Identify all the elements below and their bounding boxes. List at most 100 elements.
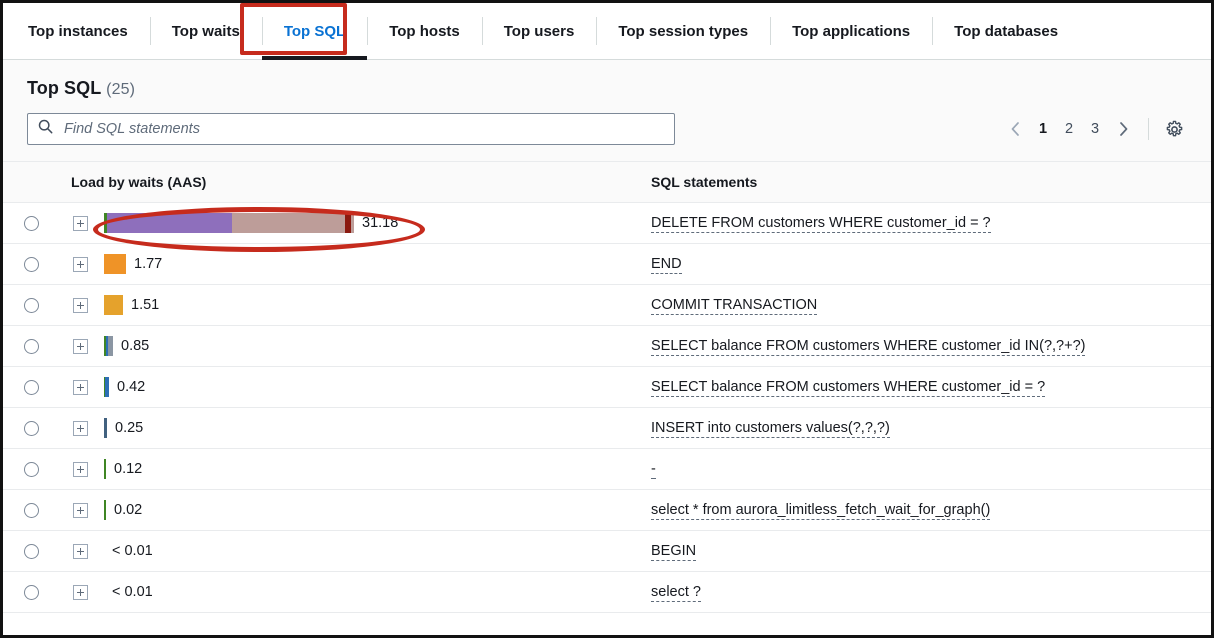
sql-statement-link[interactable]: SELECT balance FROM customers WHERE cust… — [651, 379, 1045, 397]
load-by-waits-cell: 0.42 — [59, 377, 631, 397]
row-select-cell — [3, 339, 59, 354]
table-footer — [3, 613, 1211, 638]
row-radio-button[interactable] — [24, 462, 39, 477]
expand-row-icon[interactable] — [73, 544, 88, 559]
expand-row-icon[interactable] — [73, 380, 88, 395]
table-row[interactable]: 0.12 - — [3, 449, 1211, 490]
table-row[interactable]: 31.18DELETE FROM customers WHERE custome… — [3, 203, 1211, 244]
load-value: 0.12 — [114, 461, 142, 477]
load-bar-segment — [351, 213, 354, 233]
tab-top-hosts[interactable]: Top hosts — [367, 3, 482, 59]
table-row[interactable]: 0.42 SELECT balance FROM customers WHERE … — [3, 367, 1211, 408]
load-bar — [104, 418, 107, 438]
search-icon — [38, 119, 53, 139]
row-select-cell — [3, 380, 59, 395]
row-select-cell — [3, 503, 59, 518]
row-radio-button[interactable] — [24, 380, 39, 395]
load-bar — [104, 500, 106, 520]
row-radio-button[interactable] — [24, 544, 39, 559]
load-value: < 0.01 — [112, 584, 153, 600]
sql-statement-cell: DELETE FROM customers WHERE customer_id … — [631, 214, 1211, 233]
row-select-cell — [3, 421, 59, 436]
pagination-page-1[interactable]: 1 — [1030, 114, 1056, 144]
sql-statement-link[interactable]: INSERT into customers values(?,?,?) — [651, 420, 890, 438]
load-bar-segment — [104, 418, 107, 438]
page-title-text: Top SQL — [27, 78, 101, 98]
load-by-waits-cell: 0.85 — [59, 336, 631, 356]
load-bar-segment — [104, 459, 106, 479]
load-by-waits-cell: < 0.01 — [59, 582, 631, 602]
sql-statement-cell: INSERT into customers values(?,?,?) — [631, 419, 1211, 438]
page-title: Top SQL (25) — [27, 78, 1187, 99]
sql-statement-link[interactable]: SELECT balance FROM customers WHERE cust… — [651, 338, 1085, 356]
table-row[interactable]: < 0.01 BEGIN — [3, 531, 1211, 572]
table-body: 31.18DELETE FROM customers WHERE custome… — [3, 203, 1211, 613]
load-value: 1.51 — [131, 297, 159, 313]
sql-statement-link[interactable]: - — [651, 461, 656, 479]
sql-statement-link[interactable]: COMMIT TRANSACTION — [651, 297, 817, 315]
table-row[interactable]: 1.51 COMMIT TRANSACTION — [3, 285, 1211, 326]
sql-statement-link[interactable]: BEGIN — [651, 543, 696, 561]
pagination-next-button[interactable] — [1108, 114, 1138, 144]
sql-statement-cell: SELECT balance FROM customers WHERE cust… — [631, 378, 1211, 397]
row-radio-button[interactable] — [24, 503, 39, 518]
load-bar — [104, 213, 354, 233]
pagination-previous-button[interactable] — [1000, 114, 1030, 144]
load-bar-segment — [107, 213, 232, 233]
load-bar — [104, 377, 109, 397]
row-radio-button[interactable] — [24, 339, 39, 354]
load-bar — [104, 336, 113, 356]
load-bar — [104, 295, 123, 315]
table-row[interactable]: < 0.01 select ? — [3, 572, 1211, 613]
row-radio-button[interactable] — [24, 257, 39, 272]
tab-top-databases[interactable]: Top databases — [932, 3, 1080, 59]
sql-statement-link[interactable]: END — [651, 256, 682, 274]
table-row[interactable]: 0.02 select * from aurora_limitless_fetch… — [3, 490, 1211, 531]
tab-top-session-types[interactable]: Top session types — [596, 3, 770, 59]
sql-statement-link[interactable]: select * from aurora_limitless_fetch_wai… — [651, 502, 990, 520]
tab-top-sql[interactable]: Top SQL — [262, 3, 367, 59]
tab-top-applications[interactable]: Top applications — [770, 3, 932, 59]
tab-top-instances[interactable]: Top instances — [6, 3, 150, 59]
load-by-waits-cell: 1.77 — [59, 254, 631, 274]
row-radio-button[interactable] — [24, 585, 39, 600]
tab-top-waits[interactable]: Top waits — [150, 3, 262, 59]
expand-row-icon[interactable] — [73, 257, 88, 272]
row-radio-button[interactable] — [24, 298, 39, 313]
load-value: 0.02 — [114, 502, 142, 518]
row-select-cell — [3, 585, 59, 600]
pagination-page-2[interactable]: 2 — [1056, 114, 1082, 144]
table-row[interactable]: 1.77 END — [3, 244, 1211, 285]
expand-row-icon[interactable] — [73, 462, 88, 477]
row-radio-button[interactable] — [24, 216, 39, 231]
row-radio-button[interactable] — [24, 421, 39, 436]
search-box[interactable] — [27, 113, 675, 145]
sql-statement-link[interactable]: select ? — [651, 584, 701, 602]
load-value: 0.42 — [117, 379, 145, 395]
expand-row-icon[interactable] — [73, 298, 88, 313]
load-bar — [104, 254, 126, 274]
panel-header: Top SQL (25) — [3, 60, 1211, 99]
load-by-waits-cell: 1.51 — [59, 295, 631, 315]
load-value: < 0.01 — [112, 543, 153, 559]
gear-icon[interactable] — [1161, 116, 1187, 142]
search-input[interactable] — [62, 113, 664, 145]
expand-row-icon[interactable] — [73, 503, 88, 518]
table-row[interactable]: 0.85 SELECT balance FROM customers WHERE … — [3, 326, 1211, 367]
expand-row-icon[interactable] — [73, 216, 88, 231]
expand-row-icon[interactable] — [73, 585, 88, 600]
sql-statement-cell: SELECT balance FROM customers WHERE cust… — [631, 337, 1211, 356]
row-select-cell — [3, 544, 59, 559]
table-header-load-by-waits: Load by waits (AAS) — [59, 174, 631, 190]
table-row[interactable]: 0.25 INSERT into customers values(?,?,?) — [3, 408, 1211, 449]
sql-statement-link[interactable]: DELETE FROM customers WHERE customer_id … — [651, 215, 991, 233]
controls-row: 1 2 3 — [3, 99, 1211, 161]
load-by-waits-cell: 0.02 — [59, 500, 631, 520]
pagination-page-3[interactable]: 3 — [1082, 114, 1108, 144]
expand-row-icon[interactable] — [73, 421, 88, 436]
tab-top-users[interactable]: Top users — [482, 3, 597, 59]
load-by-waits-cell: 0.25 — [59, 418, 631, 438]
sql-statement-cell: END — [631, 255, 1211, 274]
expand-row-icon[interactable] — [73, 339, 88, 354]
tab-bar: Top instancesTop waitsTop SQLTop hostsTo… — [3, 3, 1211, 60]
